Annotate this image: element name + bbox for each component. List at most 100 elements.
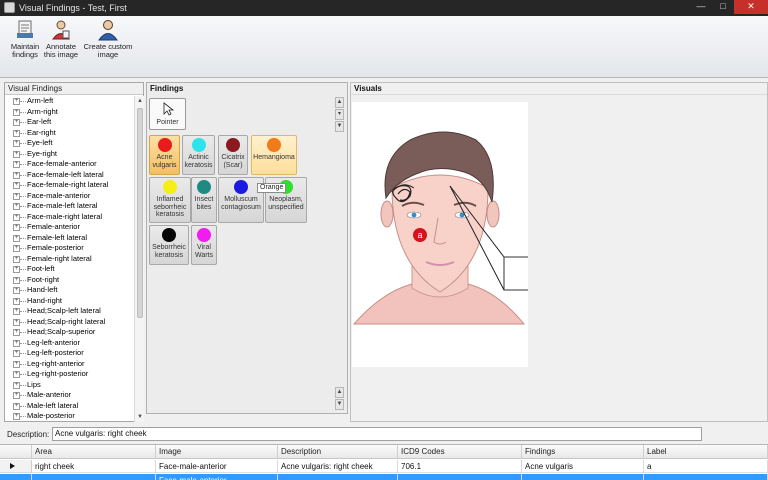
expand-plus-icon[interactable]: + <box>13 392 20 399</box>
tree-item[interactable]: + Male-anterior <box>7 390 133 401</box>
expand-plus-icon[interactable]: + <box>13 224 20 231</box>
tree-item[interactable]: + Face-female-left lateral <box>7 170 133 181</box>
tree-item[interactable]: + Face-female-right lateral <box>7 180 133 191</box>
finding-button-viral-warts[interactable]: Viral Warts <box>191 225 217 265</box>
pointer-tool-button[interactable]: Pointer <box>149 98 186 130</box>
row-selector[interactable] <box>0 474 32 480</box>
expand-plus-icon[interactable]: + <box>13 98 20 105</box>
tree-item[interactable]: + Female-posterior <box>7 243 133 254</box>
annotate-image-button[interactable]: Annotate this image <box>42 19 80 59</box>
expand-plus-icon[interactable]: + <box>13 171 20 179</box>
expand-plus-icon[interactable]: + <box>13 329 20 336</box>
tree-item[interactable]: + Face-male-right lateral <box>7 212 133 223</box>
tree-item[interactable]: + Face-male-left lateral <box>7 201 133 212</box>
tree-item[interactable]: + Male-posterior <box>7 411 133 422</box>
column-header[interactable]: Description <box>278 445 398 459</box>
expand-plus-icon[interactable]: + <box>13 213 20 221</box>
finding-button-inflamed-seborrheic-keratosis[interactable]: Inflamed seborrheic keratosis <box>149 177 191 223</box>
expand-plus-icon[interactable]: + <box>13 413 20 420</box>
expand-plus-icon[interactable]: + <box>13 297 20 305</box>
expand-plus-icon[interactable]: + <box>13 381 20 389</box>
tree-item[interactable]: + Hand-left <box>7 285 133 296</box>
tree-item[interactable]: + Leg-right-posterior <box>7 369 133 380</box>
table-cell[interactable]: Acne vulgaris <box>522 460 644 473</box>
finding-button-acne-vulgaris[interactable]: Acne vulgaris <box>149 135 180 175</box>
tree-item[interactable]: + Female-right lateral <box>7 254 133 265</box>
expand-plus-icon[interactable]: + <box>13 150 20 158</box>
close-button[interactable]: ✕ <box>734 0 768 14</box>
expand-plus-icon[interactable]: + <box>13 287 20 294</box>
table-cell[interactable]: Acne vulgaris: right cheek <box>278 460 398 473</box>
finding-button-hemangioma[interactable]: Hemangioma <box>251 135 297 175</box>
tree-item[interactable]: + Ear-left <box>7 117 133 128</box>
tree-item[interactable]: + Eye-right <box>7 149 133 160</box>
column-header[interactable]: ICD9 Codes <box>398 445 522 459</box>
table-cell[interactable] <box>398 474 522 480</box>
expand-plus-icon[interactable]: + <box>13 245 20 252</box>
table-cell[interactable] <box>522 474 644 480</box>
scroll-up-icon[interactable]: ▲ <box>136 97 144 105</box>
expand-plus-icon[interactable]: + <box>13 108 20 116</box>
create-custom-image-button[interactable]: Create custom image <box>82 19 134 59</box>
tree-item[interactable]: + Head;Scalp-left lateral <box>7 306 133 317</box>
table-cell[interactable]: Face-male-anterior <box>156 474 278 480</box>
tree-item[interactable]: + Hand-right <box>7 296 133 307</box>
tree-item[interactable]: + Female-left lateral <box>7 233 133 244</box>
expand-icon[interactable]: ▾ <box>335 109 344 120</box>
expand-plus-icon[interactable]: + <box>13 161 20 168</box>
tree-item[interactable]: + Head;Scalp-right lateral <box>7 317 133 328</box>
table-cell[interactable]: right cheek <box>32 460 156 473</box>
tree-item[interactable]: + Foot-right <box>7 275 133 286</box>
table-cell[interactable] <box>644 474 768 480</box>
expand-plus-icon[interactable]: + <box>13 308 20 315</box>
row-selector[interactable] <box>0 460 32 473</box>
maintain-findings-button[interactable]: Maintain findings <box>4 19 46 59</box>
expand-plus-icon[interactable]: + <box>13 339 20 347</box>
maximize-button[interactable]: □ <box>712 0 734 14</box>
tree-scrollbar[interactable]: ▲ ▼ <box>134 96 144 422</box>
expand-plus-icon[interactable]: + <box>13 318 20 326</box>
tree-item[interactable]: + Lips <box>7 380 133 391</box>
expand-plus-icon[interactable]: + <box>13 360 20 368</box>
description-field[interactable]: Acne vulgaris: right cheek <box>52 427 702 441</box>
table-cell[interactable]: a <box>644 460 768 473</box>
finding-button-insect-bites[interactable]: Insect bites <box>191 177 217 223</box>
tree-item[interactable]: + Head;Scalp-superior <box>7 327 133 338</box>
expand-plus-icon[interactable]: + <box>13 234 20 242</box>
expand-plus-icon[interactable]: + <box>13 350 20 357</box>
expand-plus-icon[interactable]: + <box>13 129 20 137</box>
scrollbar-thumb[interactable] <box>137 108 143 318</box>
tree-item[interactable]: + Leg-right-anterior <box>7 359 133 370</box>
annotation-canvas[interactable]: a <box>352 102 528 367</box>
expand-plus-icon[interactable]: + <box>13 182 20 189</box>
column-header[interactable]: Label <box>644 445 768 459</box>
column-header[interactable]: Findings <box>522 445 644 459</box>
finding-button-cicatrix-scar[interactable]: Cicatrix (Scar) <box>218 135 248 175</box>
visual-findings-tree[interactable]: + Arm-left + Arm-right + Ear-left + Ear-right + E… <box>7 96 133 422</box>
tree-item[interactable]: + Eye-left <box>7 138 133 149</box>
scroll-down-bottom-icon[interactable]: ▼ <box>335 399 344 410</box>
table-cell[interactable] <box>278 474 398 480</box>
scroll-up-bottom-icon[interactable]: ▲ <box>335 387 344 398</box>
tree-item[interactable]: + Arm-right <box>7 107 133 118</box>
expand-plus-icon[interactable]: + <box>13 276 20 284</box>
column-header[interactable]: Image <box>156 445 278 459</box>
tree-item[interactable]: + Foot-left <box>7 264 133 275</box>
expand-plus-icon[interactable]: + <box>13 192 20 200</box>
table-cell[interactable] <box>32 474 156 480</box>
scroll-down-icon[interactable]: ▼ <box>136 413 144 421</box>
expand-plus-icon[interactable]: + <box>13 140 20 147</box>
tree-item[interactable]: + Leg-left-posterior <box>7 348 133 359</box>
column-header[interactable]: Area <box>32 445 156 459</box>
table-cell[interactable]: 706.1 <box>398 460 522 473</box>
minimize-button[interactable]: — <box>690 0 712 14</box>
expand-plus-icon[interactable]: + <box>13 203 20 210</box>
tree-item[interactable]: + Ear-right <box>7 128 133 139</box>
tree-item[interactable]: + Face-female-anterior <box>7 159 133 170</box>
expand-plus-icon[interactable]: + <box>13 119 20 126</box>
expand-plus-icon[interactable]: + <box>13 266 20 273</box>
tree-item[interactable]: + Leg-left-anterior <box>7 338 133 349</box>
finding-button-seborrheic-keratosis[interactable]: Seborrheic keratosis <box>149 225 189 265</box>
tree-item[interactable]: + Arm-left <box>7 96 133 107</box>
scroll-down-small-icon[interactable]: ▼ <box>335 121 344 132</box>
